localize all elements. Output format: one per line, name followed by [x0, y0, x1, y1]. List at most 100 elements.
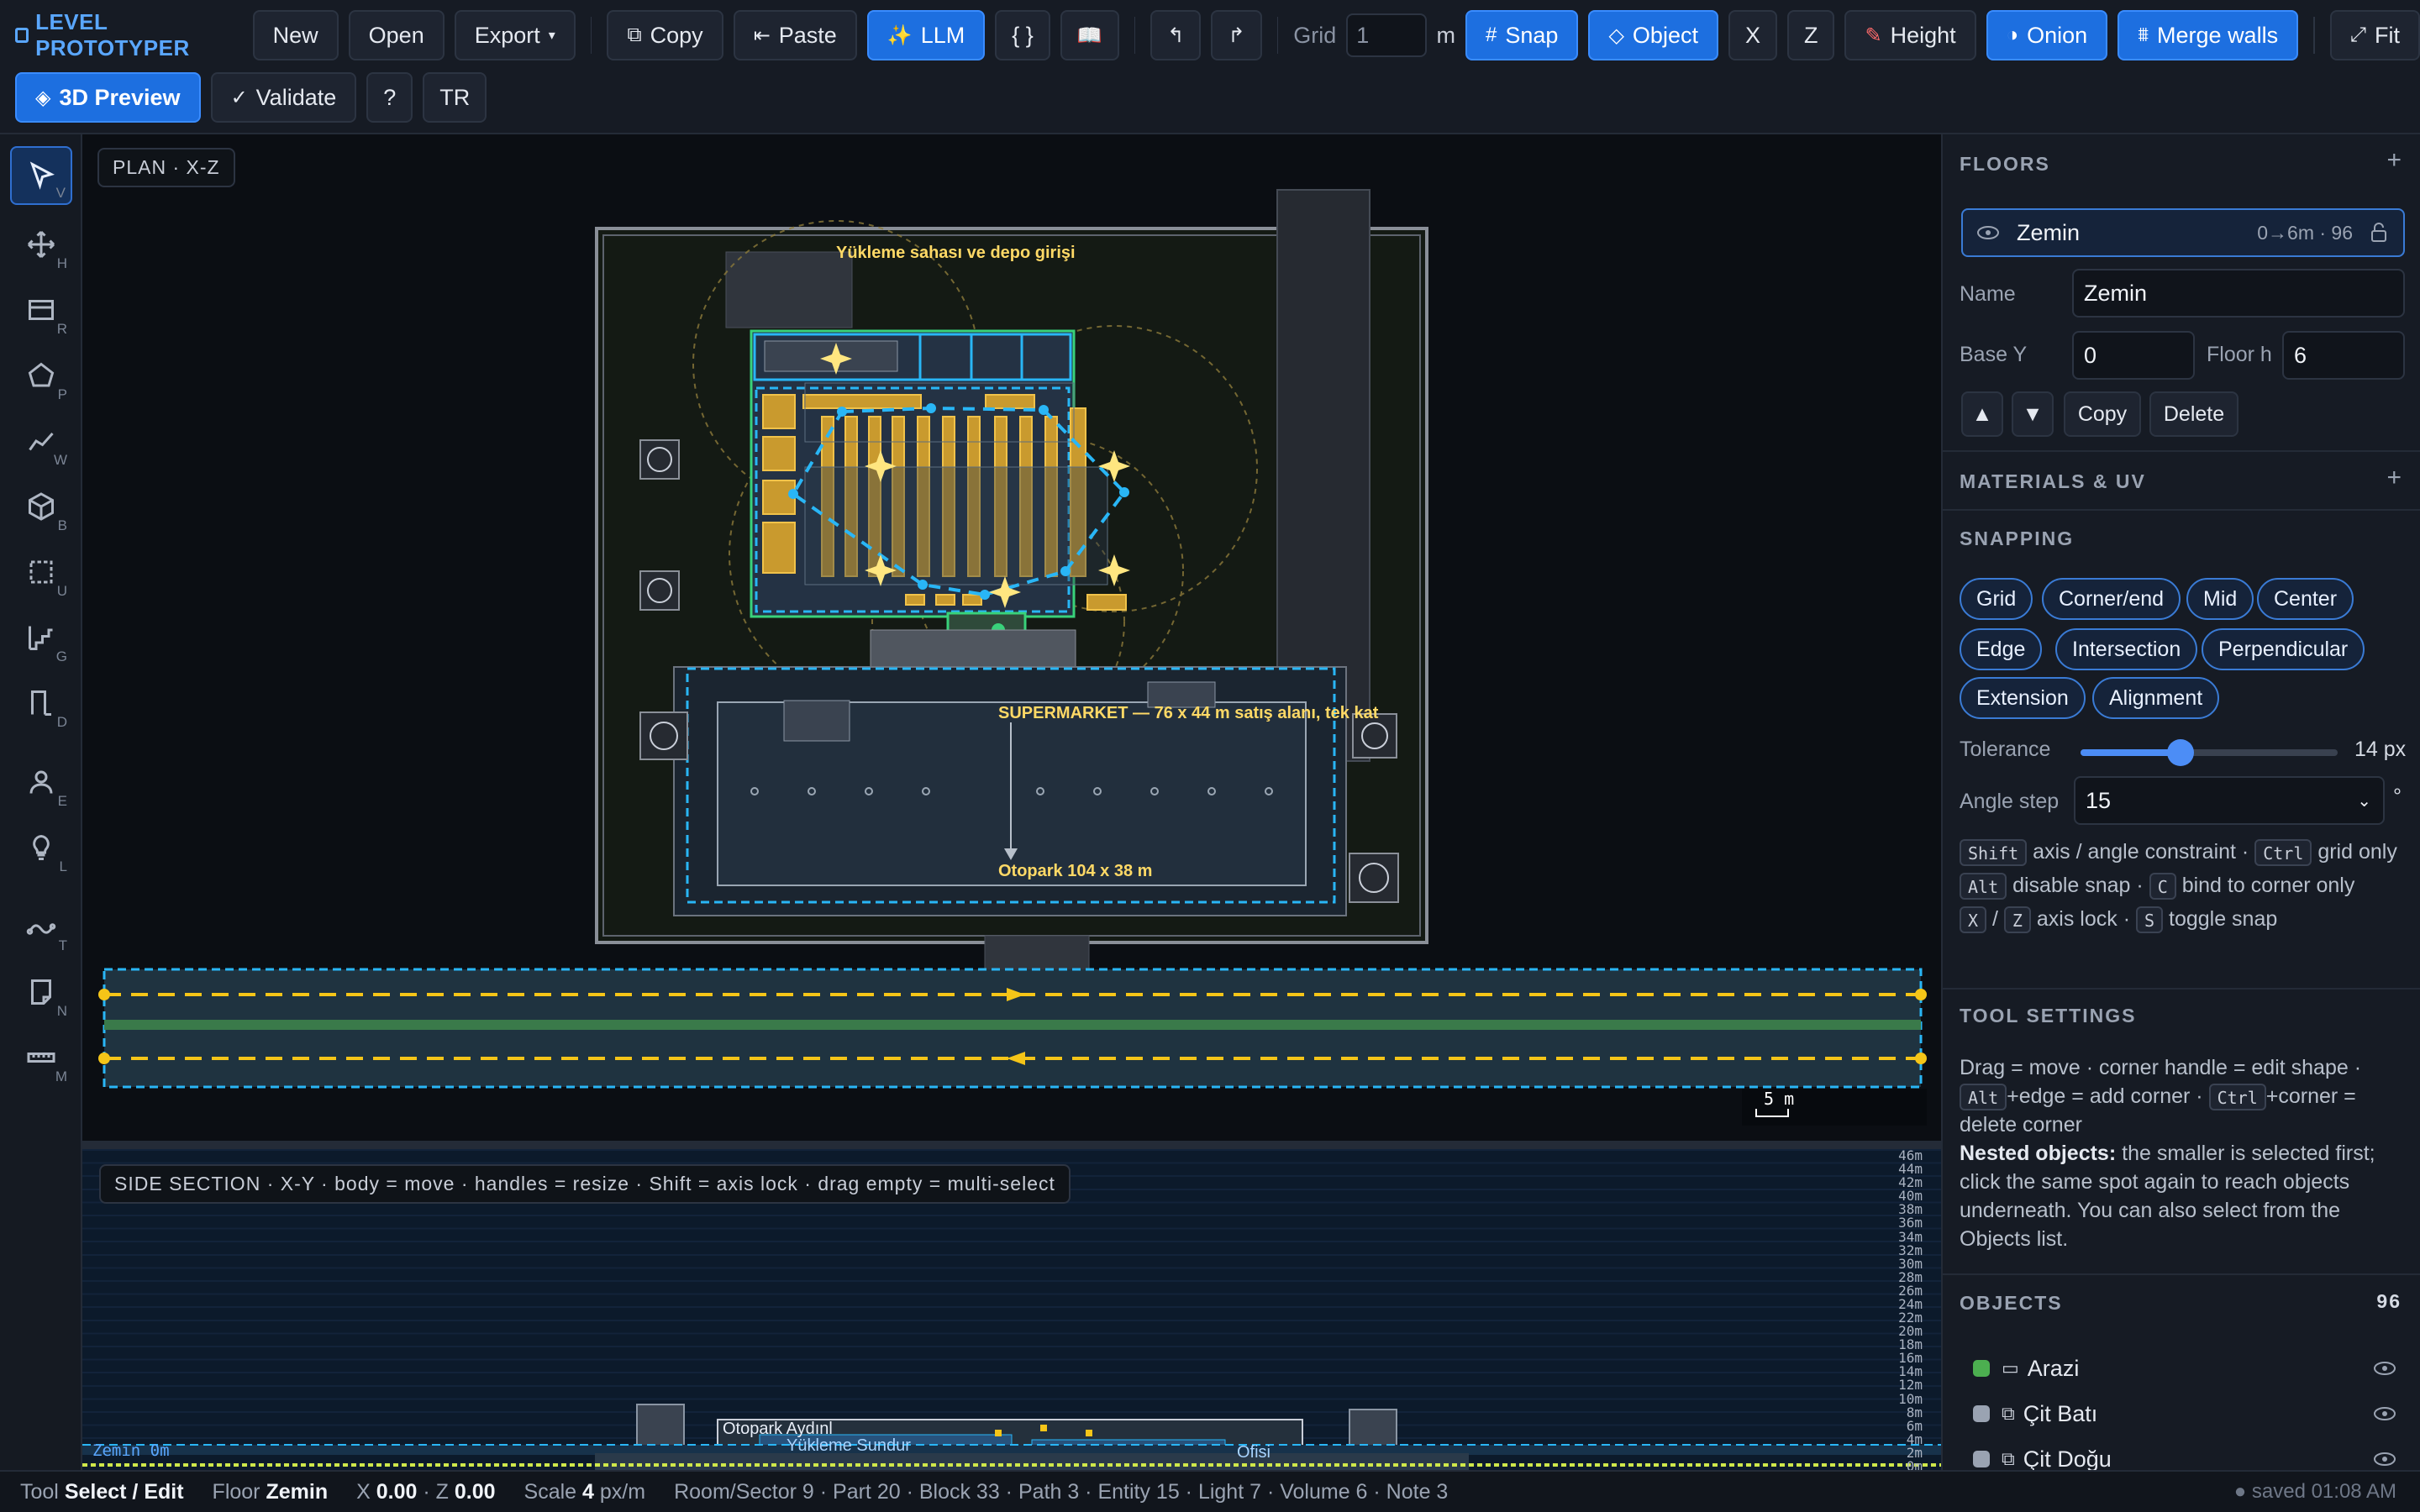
status-scale-label: Scale	[523, 1479, 577, 1504]
validate-button[interactable]: ✓ Validate	[210, 72, 357, 123]
tool-path[interactable]: T	[10, 897, 72, 956]
view-splitter[interactable]	[82, 1141, 1941, 1149]
json-button[interactable]: { }	[995, 10, 1050, 60]
llm-button[interactable]: ✨ LLM	[866, 10, 986, 60]
plan-drawing[interactable]	[82, 134, 1941, 1142]
kbd-alt: Alt	[1960, 1084, 2007, 1111]
undo-button[interactable]: ↰	[1150, 10, 1202, 60]
tool-door[interactable]: D	[10, 674, 72, 732]
snap-chip-mid[interactable]: Mid	[2186, 578, 2254, 620]
eye-icon[interactable]	[2373, 1452, 2396, 1467]
x-axis-button[interactable]: X	[1728, 10, 1777, 60]
status-z-label: · Z	[423, 1479, 449, 1504]
floor-up-button[interactable]: ▲	[1961, 391, 2003, 437]
angle-unit: °	[2393, 785, 2402, 808]
grid-size-input[interactable]: 1	[1346, 13, 1427, 57]
tool-select[interactable]: V	[10, 146, 72, 205]
road-median	[104, 1020, 1921, 1030]
tool-polygon[interactable]: P	[10, 346, 72, 405]
paste-button[interactable]: ⇤ Paste	[733, 10, 857, 60]
object-toggle[interactable]: ◇ Object	[1588, 10, 1718, 60]
lock-icon[interactable]	[2370, 223, 2388, 243]
fit-button[interactable]: ⤢ Fit	[2329, 10, 2420, 60]
tool-move[interactable]: H	[10, 215, 72, 274]
onion-toggle[interactable]: ◑ Onion	[1986, 10, 2108, 60]
tool-wall[interactable]: W	[10, 412, 72, 470]
snap-chip-corner-end[interactable]: Corner/end	[2042, 578, 2181, 620]
language-button[interactable]: TR	[423, 72, 487, 123]
side-section-view[interactable]: SIDE SECTION · X-Y · body = move · handl…	[82, 1149, 1941, 1470]
tool-stairs[interactable]: G	[10, 608, 72, 667]
kbd-c: C	[2149, 873, 2176, 900]
floor-copy-button[interactable]: Copy	[2064, 391, 2141, 437]
tool-note[interactable]: N	[10, 963, 72, 1021]
snap-chip-perpendicular[interactable]: Perpendicular	[2202, 628, 2365, 670]
floors-heading: FLOORS	[1960, 153, 2050, 175]
floor-down-button[interactable]: ▼	[2012, 391, 2054, 437]
floor-delete-button[interactable]: Delete	[2149, 391, 2238, 437]
object-type-icon: ⧉	[2002, 1403, 2015, 1424]
cursor-icon	[29, 161, 55, 190]
tool-measure[interactable]: M	[10, 1028, 72, 1087]
angle-label: Angle step	[1960, 790, 2060, 813]
side-label[interactable]: Yükleme Sundur	[786, 1436, 911, 1456]
height-label: Height	[1890, 22, 1956, 48]
label-parking[interactable]: Otopark 104 x 38 m	[998, 862, 1152, 881]
height-button[interactable]: ✎ Height	[1844, 10, 1976, 60]
add-material-button[interactable]: +	[2386, 464, 2402, 492]
status-scale: Scale 4 px/m	[524, 1480, 646, 1504]
snap-chip-edge[interactable]: Edge	[1960, 628, 2043, 670]
snap-toggle[interactable]: # Snap	[1465, 10, 1579, 60]
eye-icon[interactable]	[2373, 1361, 2396, 1376]
slider-handle[interactable]	[2167, 739, 2195, 766]
3d-preview-button[interactable]: ◈ 3D Preview	[15, 72, 201, 123]
object-row[interactable]: ▭ Arazi	[1961, 1346, 2405, 1391]
eye-icon[interactable]	[2373, 1406, 2396, 1421]
snap-chip-intersection[interactable]: Intersection	[2055, 628, 2198, 670]
label-loading-area[interactable]: Yükleme sahası ve depo girişi	[836, 244, 1076, 263]
copy-button[interactable]: ⧉ Copy	[607, 10, 723, 60]
chevron-down-icon: ▾	[548, 29, 555, 43]
tool-settings-text: Drag = move · corner handle = edit shape…	[1960, 1053, 2405, 1253]
object-row[interactable]: ⧉ Çit Batı	[1961, 1391, 2405, 1436]
tool-block[interactable]: B	[10, 477, 72, 536]
hint-text: grid only	[2317, 840, 2397, 864]
open-button[interactable]: Open	[348, 10, 445, 60]
toolbar-row-1: LEVEL PROTOTYPER New Open Export ▾ ⧉ Cop…	[0, 8, 2420, 62]
person-icon	[29, 770, 53, 794]
tool-key: U	[56, 583, 67, 599]
export-button[interactable]: Export ▾	[454, 10, 576, 60]
hint-text: bind to corner only	[2181, 874, 2355, 897]
floor-name-input[interactable]: Zemin	[2072, 269, 2405, 318]
base-y-input[interactable]: 0	[2072, 331, 2195, 380]
shelf	[762, 522, 796, 574]
snap-chip-center[interactable]: Center	[2257, 578, 2354, 620]
tool-key: P	[57, 386, 67, 402]
tool-light[interactable]: L	[10, 818, 72, 877]
merge-walls-toggle[interactable]: ⩩ Merge walls	[2118, 10, 2299, 60]
tool-volume[interactable]: U	[10, 543, 72, 601]
diamond-icon: ◈	[35, 86, 51, 109]
tool-entity[interactable]: E	[10, 753, 72, 811]
docs-button[interactable]: 📖	[1060, 10, 1119, 60]
height-ruler: 46m 44m 42m 40m 38m 36m 34m 32m 30m 28m 26m 24m 22m 2…	[1886, 1149, 1923, 1470]
floor-h-input[interactable]: 6	[2282, 331, 2405, 380]
tool-room[interactable]: R	[10, 281, 72, 339]
floor-item-zemin[interactable]: Zemin 0→6m · 96	[1961, 208, 2405, 257]
help-button[interactable]: ?	[366, 72, 413, 123]
snap-chip-extension[interactable]: Extension	[1960, 677, 2086, 719]
snap-chip-alignment[interactable]: Alignment	[2092, 677, 2220, 719]
tolerance-slider[interactable]	[2081, 739, 2338, 766]
side-label[interactable]: Ofisi	[1237, 1443, 1270, 1462]
new-button[interactable]: New	[252, 10, 339, 60]
plan-canvas[interactable]: PLAN · X-Z Yükleme sahası ve depo girişi…	[82, 134, 1941, 1142]
label-supermarket[interactable]: SUPERMARKET — 76 x 44 m satış alanı, tek…	[998, 704, 1378, 723]
add-floor-button[interactable]: +	[2386, 146, 2402, 175]
snap-chip-grid[interactable]: Grid	[1960, 578, 2033, 620]
redo-button[interactable]: ↱	[1211, 10, 1262, 60]
tool-key: T	[58, 937, 67, 953]
angle-step-select[interactable]: 15 ⌄	[2074, 776, 2385, 825]
eye-icon[interactable]	[1976, 225, 2000, 240]
paste-label: Paste	[778, 22, 837, 48]
z-axis-button[interactable]: Z	[1786, 10, 1835, 60]
